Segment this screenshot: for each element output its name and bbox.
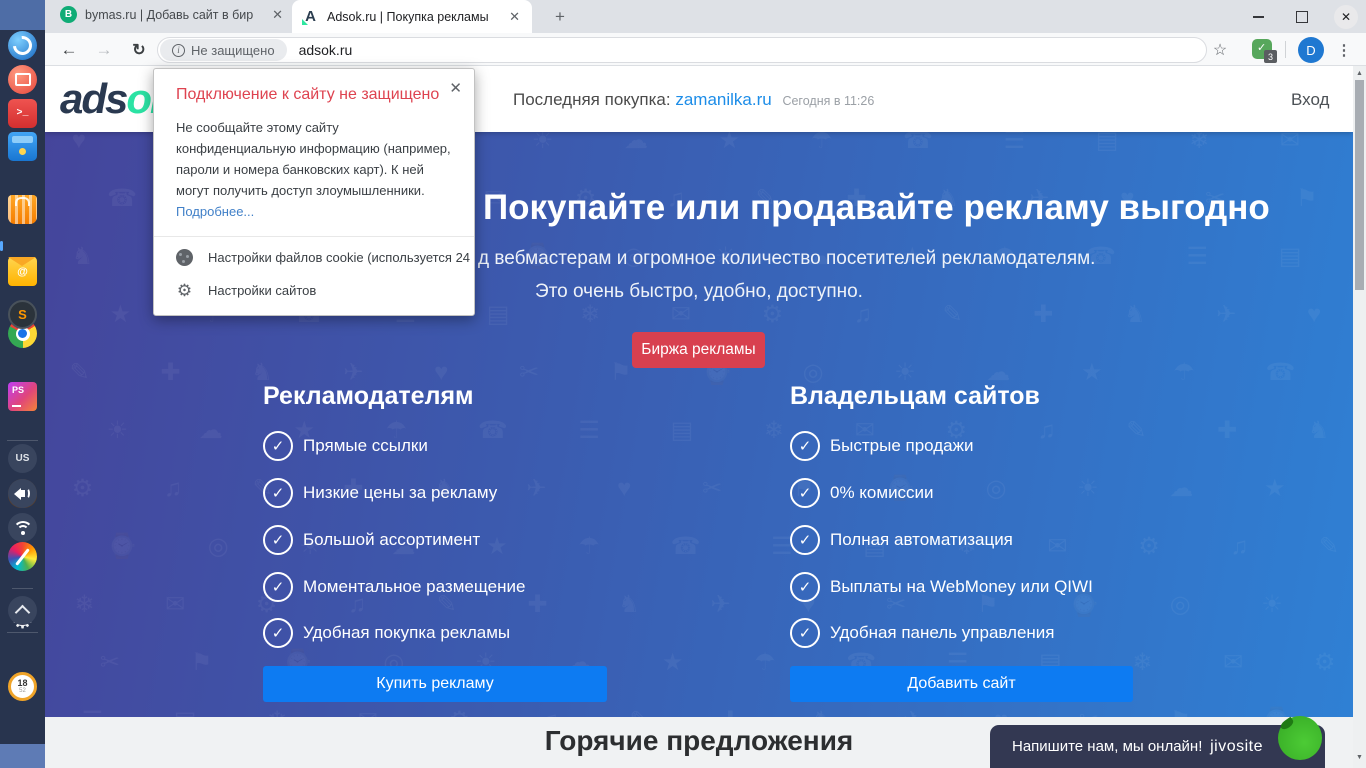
- dock: PS S US ⚡ 1852: [0, 0, 45, 768]
- check-item: Низкие цены за рекламу: [263, 478, 497, 508]
- profile-avatar[interactable]: D: [1298, 37, 1324, 63]
- cookie-settings-item[interactable]: Настройки файлов cookie (используется 24: [154, 237, 474, 278]
- active-app-indicator: [0, 241, 3, 251]
- check-item: Прямые ссылки: [263, 431, 428, 461]
- learn-more-link[interactable]: Подробнее...: [176, 204, 254, 219]
- tab-bymas[interactable]: B bymas.ru | Добавь сайт в бир: [60, 6, 285, 23]
- check-icon: [263, 525, 293, 555]
- dock-divider: [7, 440, 38, 441]
- scrollbar: [1353, 66, 1366, 768]
- desktop-screen: PS S US ⚡ 1852 B bymas.ru | Добавь сайт …: [0, 0, 1366, 768]
- close-icon[interactable]: [449, 79, 462, 97]
- gear-icon: [176, 282, 193, 299]
- site-owners-column-title: Владельцам сайтов: [790, 382, 1040, 411]
- tab-adsok-active[interactable]: A Adsok.ru | Покупка рекламы: [292, 0, 532, 33]
- forward-button[interactable]: [90, 33, 118, 66]
- popup-body: Не сообщайте этому сайту конфиденциальну…: [176, 117, 452, 222]
- check-item: Выплаты на WebMoney или QIWI: [790, 572, 1093, 602]
- security-popup: Подключение к сайту не защищено Не сообщ…: [153, 68, 475, 316]
- mail-icon[interactable]: [8, 257, 37, 286]
- check-item: Моментальное размещение: [263, 572, 525, 602]
- cookie-icon: [176, 249, 193, 266]
- clock-icon[interactable]: 1852: [8, 672, 37, 701]
- scrollbar-down-arrow[interactable]: [1353, 750, 1366, 764]
- close-tab-icon[interactable]: [270, 7, 285, 23]
- popup-title: Подключение к сайту не защищено: [176, 86, 452, 104]
- tab-title: Adsok.ru | Покупка рекламы: [327, 10, 499, 24]
- check-icon: [263, 478, 293, 508]
- browser-toolbar: Не защищено adsok.ru 3 D: [45, 33, 1366, 66]
- deepin-browser-icon[interactable]: [8, 31, 37, 60]
- add-site-button[interactable]: Добавить сайт: [790, 666, 1133, 702]
- check-item: 0% комиссии: [790, 478, 934, 508]
- wallpaper-strip-top: [0, 0, 45, 30]
- phpstorm-label: PS: [12, 385, 24, 395]
- file-manager-icon[interactable]: [8, 132, 37, 161]
- favicon-adsok: A: [302, 8, 319, 25]
- check-icon: [263, 572, 293, 602]
- tab-title: bymas.ru | Добавь сайт в бир: [85, 8, 262, 22]
- check-item: Быстрые продажи: [790, 431, 974, 461]
- hero-subtitle-1: д вебмастерам и огромное количество посе…: [478, 248, 1095, 270]
- check-icon: [790, 618, 820, 648]
- screen-recorder-icon[interactable]: [8, 65, 37, 94]
- check-item: Удобная покупка рекламы: [263, 618, 510, 648]
- krita-icon[interactable]: [8, 542, 37, 571]
- chat-message: Напишите нам, мы онлайн!: [1012, 738, 1202, 755]
- bookmark-star-icon[interactable]: [1206, 33, 1234, 66]
- window-minimize-button[interactable]: [1246, 5, 1270, 29]
- check-item: Полная автоматизация: [790, 525, 1013, 555]
- toolbar-separator: [1285, 41, 1286, 58]
- check-icon: [790, 572, 820, 602]
- terminal-icon[interactable]: [8, 99, 37, 128]
- last-purchase-site-link[interactable]: zamanilka.ru: [675, 90, 771, 109]
- keyboard-layout-indicator[interactable]: US: [8, 444, 37, 473]
- wallpaper-strip-bottom: [0, 744, 45, 768]
- advertisers-column-title: Рекламодателям: [263, 382, 474, 411]
- volume-icon[interactable]: [8, 479, 37, 508]
- login-link[interactable]: Вход: [1291, 90, 1329, 110]
- last-purchase-label: Последняя покупка:: [513, 90, 671, 109]
- back-button[interactable]: [55, 33, 83, 66]
- app-store-icon[interactable]: [8, 195, 37, 224]
- address-bar[interactable]: Не защищено adsok.ru: [157, 37, 1207, 63]
- last-purchase: Последняя покупка: zamanilka.ru Сегодня …: [513, 90, 874, 110]
- chevron-up-icon[interactable]: [8, 596, 37, 625]
- scrollbar-thumb[interactable]: [1355, 80, 1364, 290]
- browser-menu-icon[interactable]: [1332, 33, 1356, 66]
- close-tab-icon[interactable]: [507, 9, 522, 25]
- security-chip[interactable]: Не защищено: [160, 39, 287, 61]
- extension-shield-icon[interactable]: 3: [1252, 39, 1272, 59]
- info-icon: [172, 44, 185, 57]
- check-icon: [790, 525, 820, 555]
- window-maximize-button[interactable]: [1290, 5, 1314, 29]
- reload-button[interactable]: [125, 33, 153, 66]
- check-icon: [790, 431, 820, 461]
- jivosite-leaf-icon[interactable]: [1278, 716, 1322, 760]
- jivosite-logo: jivosite: [1210, 738, 1263, 756]
- dock-divider: [12, 588, 33, 589]
- favicon-bymas: B: [60, 6, 77, 23]
- extension-badge: 3: [1264, 50, 1277, 63]
- check-icon: [263, 431, 293, 461]
- site-settings-item[interactable]: Настройки сайтов: [154, 278, 474, 315]
- buy-ads-button[interactable]: Купить рекламу: [263, 666, 607, 702]
- phpstorm-icon[interactable]: PS: [8, 382, 37, 411]
- last-purchase-time: Сегодня в 11:26: [782, 94, 874, 108]
- check-icon: [790, 478, 820, 508]
- url-text: adsok.ru: [299, 42, 353, 58]
- window-close-button[interactable]: [1334, 5, 1358, 29]
- hero-title: Покупайте или продавайте рекламу выгодно: [483, 188, 1270, 228]
- wifi-icon[interactable]: [8, 513, 37, 542]
- chat-widget[interactable]: Напишите нам, мы онлайн! jivosite: [990, 725, 1325, 768]
- sublime-text-icon[interactable]: S: [8, 300, 37, 329]
- tab-strip: B bymas.ru | Добавь сайт в бир A Adsok.r…: [45, 0, 1366, 33]
- scrollbar-up-arrow[interactable]: [1353, 66, 1366, 80]
- new-tab-button[interactable]: [550, 7, 570, 27]
- check-icon: [263, 618, 293, 648]
- check-item: Удобная панель управления: [790, 618, 1055, 648]
- exchange-button[interactable]: Биржа рекламы: [632, 332, 765, 368]
- dock-divider: [7, 632, 38, 633]
- check-item: Большой ассортимент: [263, 525, 480, 555]
